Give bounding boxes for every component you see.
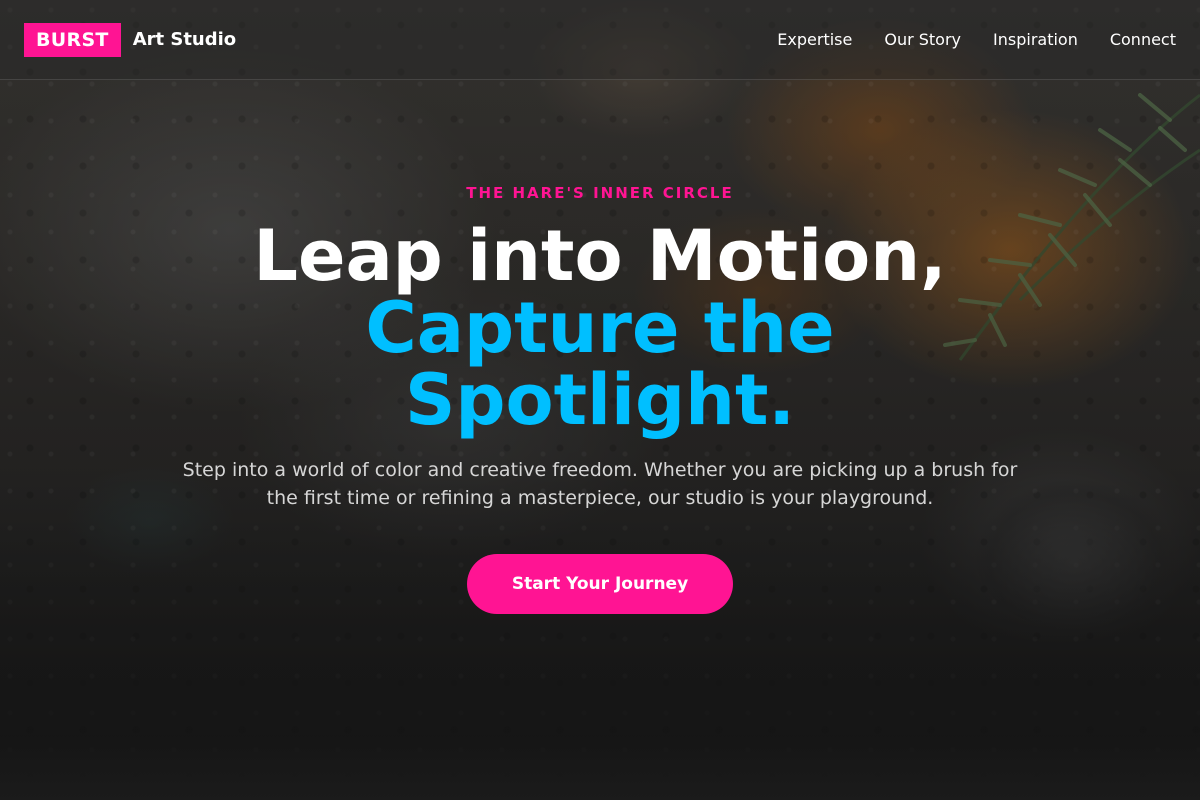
brand-logo[interactable]: BURST Art Studio [24,22,237,57]
nav-link-expertise[interactable]: Expertise [777,30,852,49]
landing-page: BURST Art Studio Expertise Our Story Ins… [0,0,1200,800]
top-navigation-bar: BURST Art Studio Expertise Our Story Ins… [0,0,1200,80]
hero-section: THE HARE'S INNER CIRCLE Leap into Motion… [0,80,1200,614]
headline-line-1: Leap into Motion, [253,215,947,297]
start-journey-button[interactable]: Start Your Journey [467,554,733,614]
headline-accent: Capture the Spotlight. [365,287,835,441]
brand-badge: BURST [24,22,121,57]
hero-headline: Leap into Motion, Capture the Spotlight. [0,220,1200,436]
hero-lead-paragraph: Step into a world of color and creative … [182,459,1018,509]
nav-link-connect[interactable]: Connect [1110,30,1176,49]
hero-eyebrow: THE HARE'S INNER CIRCLE [466,184,734,202]
nav-link-our-story[interactable]: Our Story [884,30,961,49]
nav-link-inspiration[interactable]: Inspiration [993,30,1078,49]
nav-links: Expertise Our Story Inspiration Connect [777,30,1176,49]
brand-name: Art Studio [132,29,237,50]
